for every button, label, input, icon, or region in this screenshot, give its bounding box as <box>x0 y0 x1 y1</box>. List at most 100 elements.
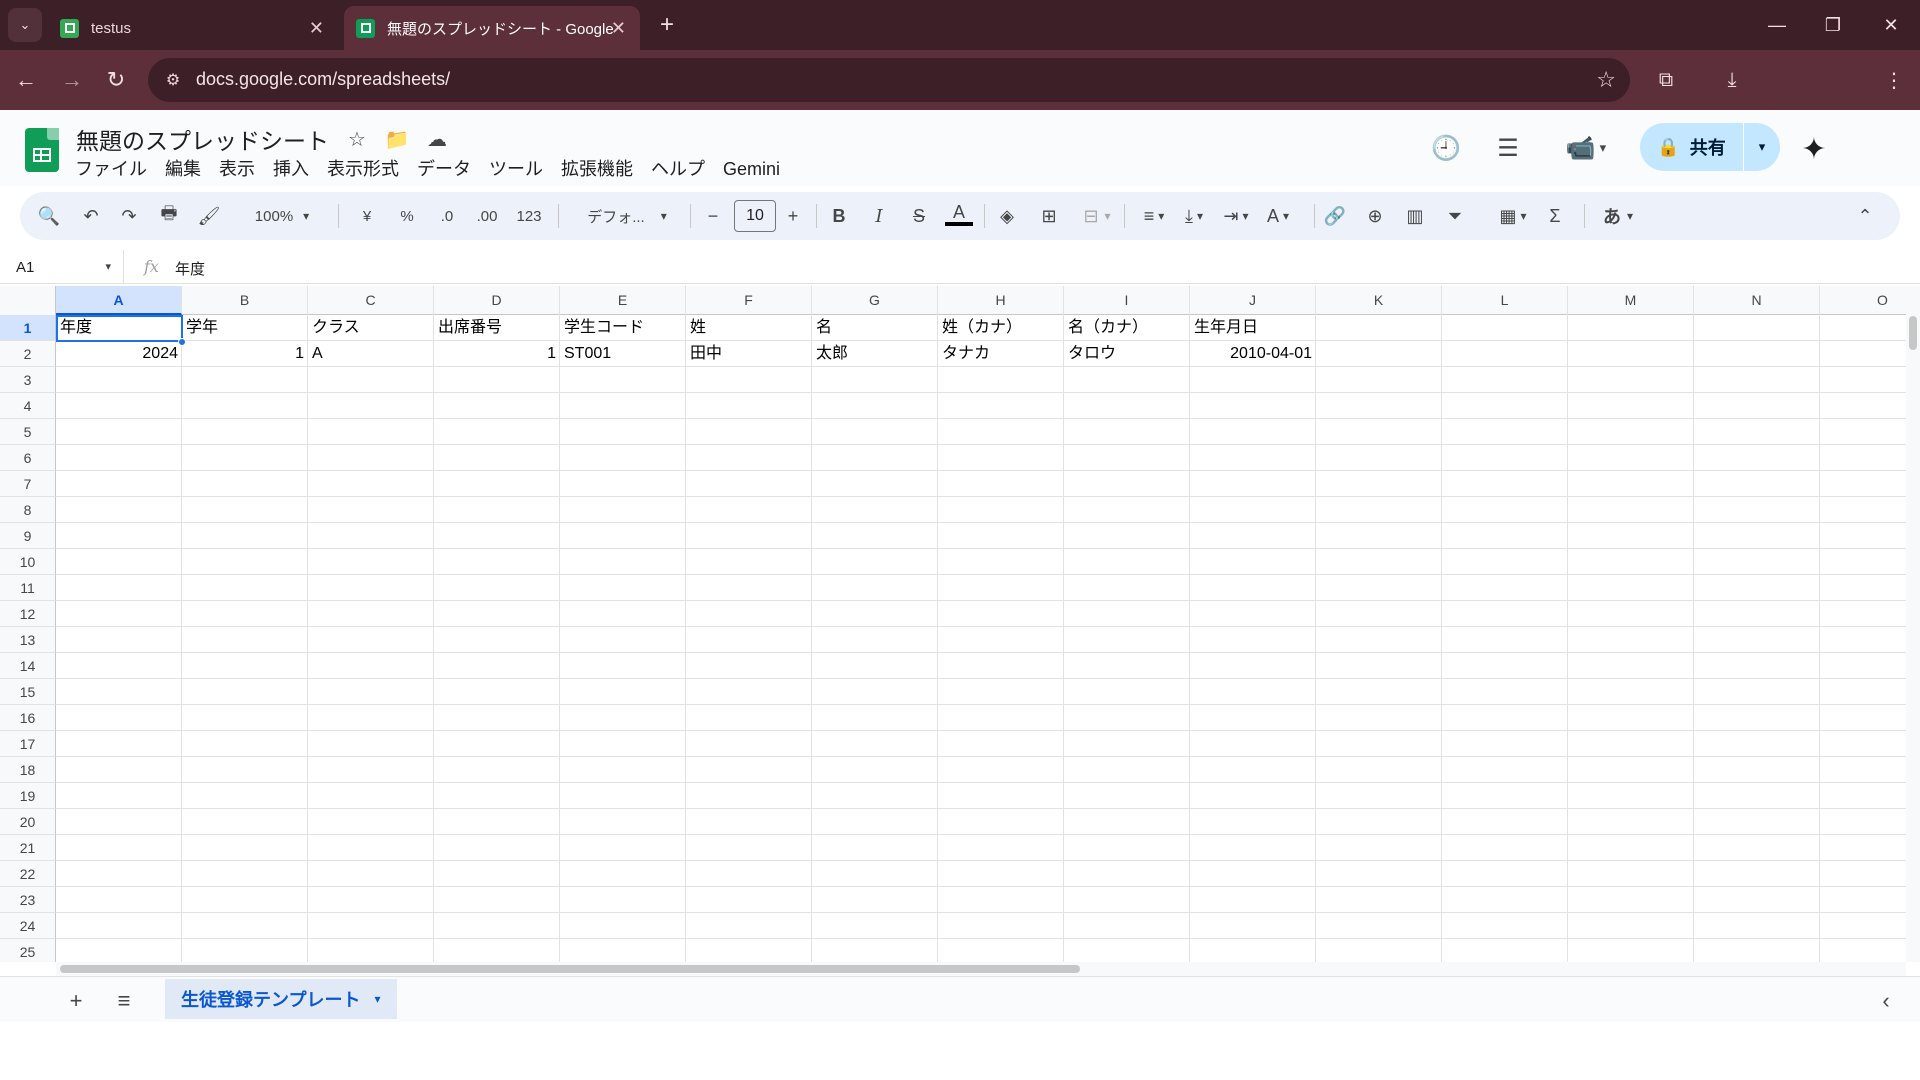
star-icon[interactable]: ☆ <box>342 124 372 154</box>
row-header-8[interactable]: 8 <box>0 497 56 523</box>
column-header-n[interactable]: N <box>1694 286 1820 315</box>
tab-search-dropdown-icon[interactable]: ⌄ <box>8 8 42 42</box>
strikethrough-icon[interactable]: S <box>904 201 934 231</box>
row-header-9[interactable]: 9 <box>0 523 56 549</box>
row-header-20[interactable]: 20 <box>0 809 56 835</box>
browser-menu-icon[interactable]: ⋮ <box>1878 64 1910 96</box>
cell-c2[interactable]: A <box>308 341 434 367</box>
download-icon[interactable]: ⤓ <box>1716 64 1748 96</box>
table-icon[interactable]: ▦ ▾ <box>1490 201 1536 231</box>
column-header-c[interactable]: C <box>308 286 434 315</box>
side-panel-toggle-icon[interactable]: ‹ <box>1870 985 1902 1017</box>
sheet-tab-active[interactable]: 生徒登録テンプレート ▾ <box>165 979 397 1019</box>
row-header-18[interactable]: 18 <box>0 757 56 783</box>
collapse-menus-icon[interactable]: ⌃ <box>1850 201 1880 231</box>
url-text[interactable]: docs.google.com/spreadsheets/ <box>196 69 450 90</box>
currency-format-button[interactable]: ¥ <box>352 201 382 231</box>
row-header-23[interactable]: 23 <box>0 887 56 913</box>
all-sheets-icon[interactable]: ≡ <box>108 985 140 1017</box>
cell-f2[interactable]: 田中 <box>686 341 812 367</box>
row-header-24[interactable]: 24 <box>0 913 56 939</box>
functions-icon[interactable]: Σ <box>1540 201 1570 231</box>
insert-comment-icon[interactable]: ⊕ <box>1360 201 1390 231</box>
version-history-icon[interactable]: 🕘 <box>1426 128 1466 168</box>
cell-g2[interactable]: 太郎 <box>812 341 938 367</box>
row-header-21[interactable]: 21 <box>0 835 56 861</box>
row-header-15[interactable]: 15 <box>0 679 56 705</box>
row-header-16[interactable]: 16 <box>0 705 56 731</box>
increase-decimal-button[interactable]: .00 <box>472 201 502 231</box>
borders-icon[interactable]: ⊞ <box>1034 201 1064 231</box>
back-icon[interactable]: ← <box>10 64 42 96</box>
merge-cells-icon[interactable]: ⊟ ▾ <box>1074 201 1120 231</box>
column-header-h[interactable]: H <box>938 286 1064 315</box>
row-header-12[interactable]: 12 <box>0 601 56 627</box>
percent-format-button[interactable]: % <box>392 201 422 231</box>
row-header-14[interactable]: 14 <box>0 653 56 679</box>
add-sheet-icon[interactable]: + <box>60 985 92 1017</box>
row-header-25[interactable]: 25 <box>0 939 56 962</box>
formula-input[interactable]: 年度 <box>175 258 205 279</box>
fill-color-icon[interactable]: ◈ <box>992 201 1022 231</box>
cell-d1[interactable]: 出席番号 <box>434 315 560 341</box>
increase-font-size-button[interactable]: + <box>778 201 808 231</box>
row-header-7[interactable]: 7 <box>0 471 56 497</box>
row-header-6[interactable]: 6 <box>0 445 56 471</box>
browser-tab-spreadsheet[interactable]: 無題のスプレッドシート - Google ス ✕ <box>344 6 640 50</box>
cell-e1[interactable]: 学生コード <box>560 315 686 341</box>
column-header-j[interactable]: J <box>1190 286 1316 315</box>
insert-link-icon[interactable]: 🔗 <box>1320 201 1350 231</box>
number-format-button[interactable]: 123 <box>514 201 544 231</box>
cell-c1[interactable]: クラス <box>308 315 434 341</box>
undo-icon[interactable]: ↶ <box>76 201 106 231</box>
reload-icon[interactable]: ↻ <box>100 64 132 96</box>
row-header-19[interactable]: 19 <box>0 783 56 809</box>
cell-area[interactable]: 年度 学年 クラス 出席番号 学生コード姓名姓（カナ） 名（カナ） 生年月日 2024 1 A 1 S… <box>56 315 1906 962</box>
cell-b1[interactable]: 学年 <box>182 315 308 341</box>
column-header-d[interactable]: D <box>434 286 560 315</box>
redo-icon[interactable]: ↷ <box>114 201 144 231</box>
cell-f1[interactable]: 姓 <box>686 315 812 341</box>
cell-j2[interactable]: 2010-04-01 <box>1190 341 1316 367</box>
menu-extensions[interactable]: 拡張機能 <box>552 156 642 182</box>
comments-icon[interactable]: ☰ <box>1488 128 1528 168</box>
font-family-select[interactable]: デフォ... ▾ <box>572 201 682 231</box>
window-close-icon[interactable]: ✕ <box>1866 8 1916 42</box>
menu-edit[interactable]: 編集 <box>156 156 210 182</box>
cell-d2[interactable]: 1 <box>434 341 560 367</box>
decrease-font-size-button[interactable]: − <box>698 201 728 231</box>
menu-gemini[interactable]: Gemini <box>714 156 789 182</box>
gemini-spark-icon[interactable]: ✦ <box>1797 132 1831 166</box>
row-header-3[interactable]: 3 <box>0 367 56 393</box>
column-header-o[interactable]: O <box>1820 286 1906 315</box>
cell-i1[interactable]: 名（カナ） <box>1064 315 1190 341</box>
site-info-icon[interactable]: ⚙ <box>162 69 184 91</box>
menu-help[interactable]: ヘルプ <box>642 156 714 182</box>
cell-e2[interactable]: ST001 <box>560 341 686 367</box>
cell-j1[interactable]: 生年月日 <box>1190 315 1316 341</box>
text-wrapping-icon[interactable]: ⇥ ▾ <box>1214 201 1258 231</box>
select-all-corner[interactable] <box>0 286 56 315</box>
paint-format-icon[interactable]: 🖌 <box>194 201 224 231</box>
cell-a2[interactable]: 2024 <box>56 341 182 367</box>
extensions-icon[interactable]: ⧉ <box>1650 64 1682 96</box>
minimize-icon[interactable]: — <box>1752 8 1802 42</box>
vertical-align-icon[interactable]: ⤓ ▾ <box>1172 201 1216 231</box>
bold-icon[interactable]: B <box>824 201 854 231</box>
input-tools-icon[interactable]: あ ▾ <box>1594 201 1642 231</box>
bookmark-star-icon[interactable]: ☆ <box>1596 67 1616 93</box>
vertical-scrollbar[interactable] <box>1906 286 1920 962</box>
name-box-dropdown-icon[interactable]: ▾ <box>105 260 111 273</box>
cell-h1[interactable]: 姓（カナ） <box>938 315 1064 341</box>
zoom-select[interactable]: 100% ▾ <box>242 201 322 231</box>
sheet-tab-dropdown-icon[interactable]: ▾ <box>374 992 380 1006</box>
column-header-m[interactable]: M <box>1568 286 1694 315</box>
restore-icon[interactable]: ❐ <box>1808 8 1858 42</box>
italic-icon[interactable]: I <box>864 201 894 231</box>
omnibox[interactable]: ⚙ docs.google.com/spreadsheets/ ☆ <box>148 58 1630 102</box>
row-header-1[interactable]: 1 <box>0 315 56 341</box>
menu-insert[interactable]: 挿入 <box>264 156 318 182</box>
cell-h2[interactable]: タナカ <box>938 341 1064 367</box>
create-filter-icon[interactable]: ⏷ <box>1440 201 1470 231</box>
document-title[interactable]: 無題のスプレッドシート <box>76 122 329 156</box>
